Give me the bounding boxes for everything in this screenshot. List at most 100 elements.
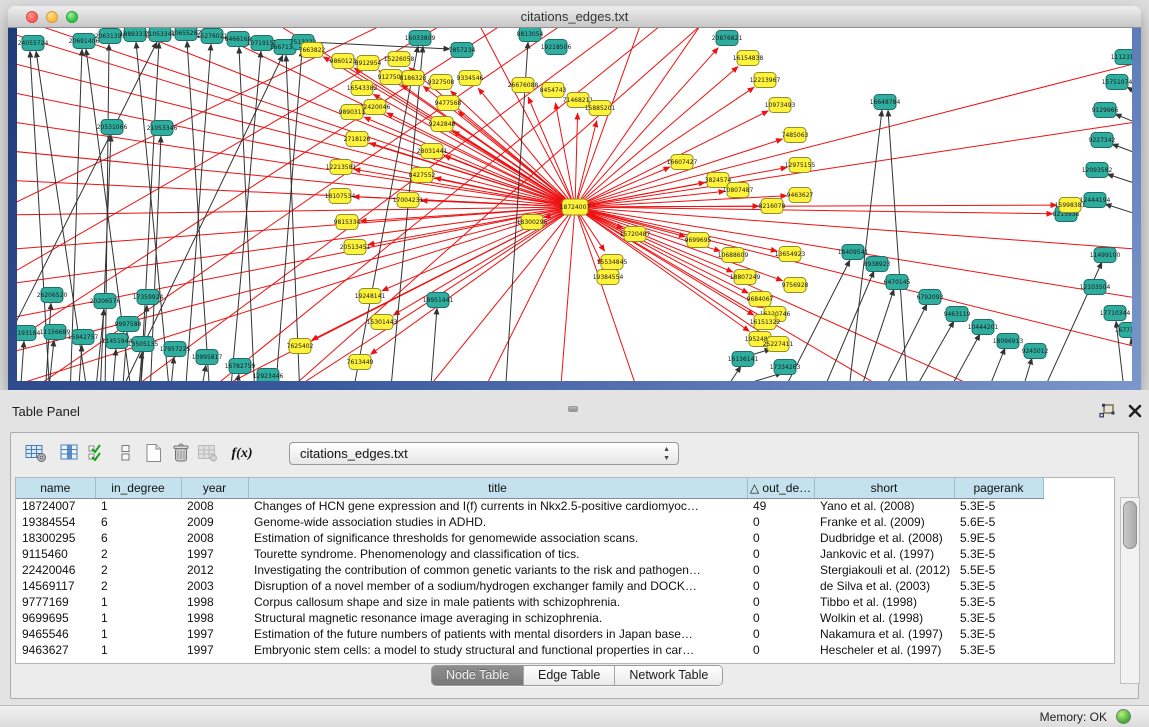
table-cell[interactable]: 1 xyxy=(95,498,181,514)
show-columns-button[interactable] xyxy=(57,441,83,467)
graph-node[interactable]: 16648784 xyxy=(870,95,901,110)
table-cell[interactable]: 22420046 xyxy=(16,562,95,578)
table-cell[interactable]: 5.3E-5 xyxy=(954,594,1043,610)
column-header-in_degree[interactable]: in_degree xyxy=(95,478,181,498)
graph-node[interactable]: 18951441 xyxy=(423,293,454,308)
new-table-button[interactable] xyxy=(141,441,167,467)
graph-node[interactable]: 8912954 xyxy=(355,56,382,71)
graph-node[interactable]: 18807249 xyxy=(730,270,761,285)
graph-node[interactable]: 20513451 xyxy=(340,240,371,255)
graph-node[interactable]: 7613449 xyxy=(347,355,374,370)
graph-node[interactable]: 10995817 xyxy=(192,350,223,365)
table-cell[interactable]: 6 xyxy=(95,530,181,546)
table-row[interactable]: 946362711997Embryonic stem cells: a mode… xyxy=(16,642,1043,658)
graph-node[interactable]: 16151322 xyxy=(750,315,781,330)
graph-node[interactable]: 16154838 xyxy=(733,51,764,66)
table-options-button[interactable] xyxy=(23,441,49,467)
table-cell[interactable]: Embryonic stem cells: a model to study s… xyxy=(248,642,747,658)
graph-node[interactable]: 8454743 xyxy=(540,83,567,98)
table-cell[interactable]: Disruption of a novel member of a sodium… xyxy=(248,578,747,594)
table-cell[interactable]: Jankovic et al. (1997) xyxy=(814,546,954,562)
table-cell[interactable]: Genome-wide association studies in ADHD. xyxy=(248,514,747,530)
graph-node[interactable]: 9997588 xyxy=(115,317,142,332)
graph-node[interactable]: 7857234 xyxy=(449,43,476,58)
graph-node[interactable]: 26206520 xyxy=(37,288,68,303)
table-cell[interactable]: 5.9E-5 xyxy=(954,530,1043,546)
graph-node[interactable]: 15226058 xyxy=(384,52,415,67)
table-row[interactable]: 1872400712008Changes of HCN gene express… xyxy=(16,498,1043,514)
graph-node[interactable]: 10973493 xyxy=(765,98,796,113)
table-cell[interactable]: Nakamura et al. (1997) xyxy=(814,626,954,642)
graph-node[interactable]: 18107534 xyxy=(325,189,356,204)
table-cell[interactable]: 0 xyxy=(747,546,814,562)
graph-node[interactable]: 9699695 xyxy=(685,233,712,248)
graph-node[interactable]: 17710344 xyxy=(1100,306,1131,321)
graph-node[interactable]: 12975155 xyxy=(785,158,816,173)
graph-node[interactable]: 11499100 xyxy=(1090,248,1121,263)
table-cell[interactable]: 2008 xyxy=(181,498,248,514)
graph-node[interactable]: 8938923 xyxy=(864,257,891,272)
table-cell[interactable]: 1 xyxy=(95,610,181,626)
table-cell[interactable]: 14569117 xyxy=(16,578,95,594)
network-table-selector[interactable]: citations_edges.txt ▲▼ xyxy=(289,442,679,465)
table-cell[interactable]: 6 xyxy=(95,514,181,530)
graph-node[interactable]: 20206576 xyxy=(90,294,121,309)
table-cell[interactable]: 49 xyxy=(747,498,814,514)
graph-node[interactable]: 16033809 xyxy=(405,31,436,46)
table-cell[interactable]: 1 xyxy=(95,626,181,642)
table-cell[interactable]: Stergiakouli et al. (2012) xyxy=(814,562,954,578)
graph-node[interactable]: 13505135 xyxy=(128,337,159,352)
graph-node[interactable]: 24055724 xyxy=(18,36,49,51)
graph-node[interactable]: 25227411 xyxy=(763,337,794,352)
graph-node[interactable]: 15720487 xyxy=(620,227,651,242)
table-cell[interactable]: 2009 xyxy=(181,514,248,530)
scrollbar-thumb[interactable] xyxy=(1123,501,1137,549)
graph-node[interactable]: 7625402 xyxy=(287,339,314,354)
table-cell[interactable]: 0 xyxy=(747,578,814,594)
table-cell[interactable]: Corpus callosum shape and size in male p… xyxy=(248,594,747,610)
graph-node[interactable]: 12213581 xyxy=(326,160,357,175)
graph-node[interactable]: 26676088 xyxy=(508,78,539,93)
graph-node[interactable]: 9327508 xyxy=(428,75,455,90)
graph-node[interactable]: 12093582 xyxy=(1082,163,1113,178)
graph-node[interactable]: 15751074 xyxy=(1102,75,1132,90)
select-columns-button[interactable] xyxy=(85,441,111,467)
graph-node[interactable]: 20876821 xyxy=(712,31,743,46)
graph-node[interactable]: 19384554 xyxy=(593,270,624,285)
graph-node[interactable]: 19218506 xyxy=(541,40,572,55)
table-cell[interactable]: 0 xyxy=(747,594,814,610)
table-row[interactable]: 977716911998Corpus callosum shape and si… xyxy=(16,594,1043,610)
graph-node[interactable]: 20531066 xyxy=(97,120,128,135)
table-cell[interactable]: 2 xyxy=(95,546,181,562)
table-cell[interactable]: Hescheler et al. (1997) xyxy=(814,642,954,658)
graph-node[interactable]: 9890311 xyxy=(339,105,366,120)
graph-node[interactable]: 18096913 xyxy=(993,334,1024,349)
graph-node[interactable]: 12103504 xyxy=(1080,280,1111,295)
graph-node[interactable]: 9129966 xyxy=(1092,103,1119,118)
graph-node[interactable]: 9756928 xyxy=(782,278,809,293)
graph-node[interactable]: 11156689 xyxy=(40,325,71,340)
graph-node[interactable]: 9477568 xyxy=(435,96,462,111)
table-cell[interactable]: 0 xyxy=(747,610,814,626)
table-cell[interactable]: 5.5E-5 xyxy=(954,562,1043,578)
graph-node[interactable]: 28031441 xyxy=(417,144,448,159)
graph-node[interactable]: 9815334 xyxy=(334,215,361,230)
table-row[interactable]: 1456911722003Disruption of a novel membe… xyxy=(16,578,1043,594)
table-cell[interactable]: 18300295 xyxy=(16,530,95,546)
graph-node[interactable]: 9463119 xyxy=(944,307,971,322)
table-row[interactable]: 946554611997Estimation of the future num… xyxy=(16,626,1043,642)
graph-node[interactable]: 16607427 xyxy=(667,155,698,170)
network-graph[interactable]: 24055724 20691406 20631391 18893331 2105… xyxy=(17,28,1132,381)
table-row[interactable]: 1830029562008Estimation of significance … xyxy=(16,530,1043,546)
table-cell[interactable]: 1997 xyxy=(181,642,248,658)
graph-node[interactable]: 15276021 xyxy=(197,29,228,44)
table-cell[interactable]: 1997 xyxy=(181,546,248,562)
graph-node[interactable]: 15534845 xyxy=(597,255,628,270)
column-header-pagerank[interactable]: pagerank xyxy=(954,478,1043,498)
table-cell[interactable]: 1997 xyxy=(181,626,248,642)
memory-status-icon[interactable] xyxy=(1116,709,1131,724)
tab-network-table[interactable]: Network Table xyxy=(615,666,722,685)
graph-node[interactable]: 15942757 xyxy=(68,330,99,345)
table-cell[interactable]: de Silva et al. (2003) xyxy=(814,578,954,594)
graph-node[interactable]: 9242848 xyxy=(429,117,456,132)
